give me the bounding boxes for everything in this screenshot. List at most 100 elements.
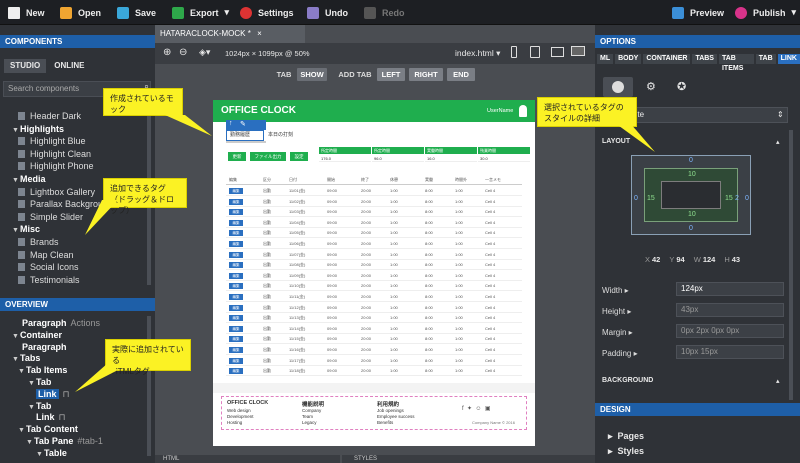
edit-button[interactable]: 編集: [229, 272, 243, 279]
arrow-up-icon[interactable]: ↑: [229, 120, 233, 127]
component-group[interactable]: ▼Misc: [12, 224, 40, 234]
edit-button[interactable]: 編集: [229, 325, 243, 332]
styles-panel-tab[interactable]: STYLES: [342, 455, 595, 463]
overview-node[interactable]: ▼Tab Pane #tab-1: [26, 436, 103, 446]
component-group[interactable]: ▼Media: [12, 174, 46, 184]
zoom-in-icon[interactable]: ⊕: [163, 47, 171, 58]
component-item[interactable]: Simple Slider: [18, 212, 83, 222]
twitter-icon[interactable]: ✦: [467, 406, 472, 412]
footer-link[interactable]: Hosting: [227, 420, 254, 426]
overview-node[interactable]: ▼Tabs: [12, 353, 40, 363]
margin-input[interactable]: 0px 2px 0px 0px: [676, 324, 784, 338]
mock-tab-1[interactable]: 勤務履歴: [226, 130, 264, 141]
overview-node[interactable]: ▼Tab Content: [18, 424, 78, 434]
overview-node[interactable]: ▼Tab: [28, 377, 51, 387]
padding-bottom-value[interactable]: 10: [688, 211, 696, 218]
edit-button[interactable]: 編集: [229, 347, 243, 353]
overview-node[interactable]: ▼Table: [36, 448, 67, 458]
tablet-view-icon[interactable]: [530, 46, 540, 58]
redo-button[interactable]: Redo: [364, 0, 405, 25]
edit-button[interactable]: 編集: [229, 336, 243, 343]
undo-button[interactable]: Undo: [307, 0, 348, 25]
component-item[interactable]: Social Icons: [18, 262, 79, 272]
edit-button[interactable]: 編集: [229, 241, 243, 247]
edit-button[interactable]: 編集: [229, 294, 243, 300]
margin-top-value[interactable]: 0: [689, 157, 693, 164]
snapchat-icon[interactable]: ☺: [475, 406, 481, 412]
overview-node[interactable]: Link ⊓: [36, 388, 70, 400]
new-button[interactable]: New: [8, 0, 45, 25]
padding-input[interactable]: 10px 15px: [676, 345, 784, 359]
overview-scrollbar[interactable]: [147, 316, 151, 456]
overview-node[interactable]: ▼Container: [12, 330, 62, 340]
component-item[interactable]: Highlight Phone: [18, 161, 94, 171]
component-item[interactable]: Lightbox Gallery: [18, 187, 95, 197]
edit-button[interactable]: 編集: [229, 230, 243, 237]
component-group[interactable]: ▼Highlights: [12, 124, 64, 134]
show-button[interactable]: SHOW: [297, 68, 327, 81]
pencil-icon[interactable]: ✎: [240, 120, 246, 128]
mock-tab-2[interactable]: 本日の打刻: [265, 130, 305, 141]
collapse-icon[interactable]: ▴: [776, 138, 780, 146]
edit-button[interactable]: 編集: [229, 315, 243, 322]
path-tab[interactable]: TAB ITEMS: [718, 54, 754, 72]
mock-button[interactable]: 更新: [228, 152, 246, 161]
path-tab[interactable]: CONTAINER: [643, 54, 691, 64]
component-item[interactable]: Parallax Background: [18, 199, 113, 209]
laptop-view-icon[interactable]: [551, 47, 564, 57]
edit-button[interactable]: 編集: [229, 304, 243, 311]
component-item[interactable]: Highlight Clean: [18, 149, 91, 159]
edit-button[interactable]: 編集: [229, 198, 243, 205]
design-item-styles[interactable]: ▸ Styles: [608, 446, 644, 457]
overview-node[interactable]: Paragraph: [22, 342, 67, 352]
collapse-icon[interactable]: ▴: [776, 377, 780, 385]
mock-button[interactable]: 設定: [290, 152, 308, 161]
component-item[interactable]: Map Clean: [18, 250, 74, 260]
footer-link[interactable]: Benefits: [377, 420, 415, 426]
edit-button[interactable]: 編集: [229, 262, 243, 269]
end-button[interactable]: END: [447, 68, 475, 81]
margin-right-value[interactable]: 0: [745, 195, 749, 202]
open-button[interactable]: Open: [60, 0, 101, 25]
edit-button[interactable]: 編集: [229, 188, 243, 194]
footer-link[interactable]: Legacy: [302, 420, 321, 426]
layers-icon[interactable]: ◈▾: [199, 47, 210, 58]
edit-button[interactable]: 編集: [229, 209, 243, 216]
edit-button[interactable]: 編集: [229, 251, 243, 258]
edit-button[interactable]: 編集: [229, 219, 243, 226]
overview-node[interactable]: Paragraph Actions: [22, 318, 100, 328]
star-icon[interactable]: ✪: [677, 80, 686, 93]
component-item[interactable]: Brands: [18, 237, 59, 247]
mock-button[interactable]: ファイル出力: [250, 152, 286, 161]
design-item-pages[interactable]: ▸ Pages: [608, 431, 644, 442]
edit-button[interactable]: 編集: [229, 368, 243, 375]
file-select[interactable]: index.html ▾: [455, 48, 500, 59]
desktop-view-icon[interactable]: [571, 46, 585, 56]
tab-online[interactable]: ONLINE: [48, 59, 90, 73]
tab-studio[interactable]: STUDIO: [4, 59, 47, 73]
width-input[interactable]: 124px: [676, 282, 784, 296]
phone-view-icon[interactable]: [511, 46, 517, 58]
gear-icon[interactable]: ⚙: [646, 80, 656, 93]
path-tab[interactable]: ML: [597, 54, 614, 64]
zoom-out-icon[interactable]: ⊖: [179, 47, 187, 58]
options-scrollbar[interactable]: [789, 130, 793, 400]
path-tab[interactable]: TABS: [692, 54, 717, 64]
component-item[interactable]: Header Dark: [18, 111, 81, 121]
margin-bottom-value[interactable]: 0: [689, 225, 693, 232]
path-tab[interactable]: TAB: [755, 54, 776, 64]
instagram-icon[interactable]: ▣: [485, 406, 491, 412]
padding-top-value[interactable]: 10: [688, 171, 696, 178]
component-item[interactable]: Highlight Blue: [18, 136, 86, 146]
edit-button[interactable]: 編集: [229, 283, 243, 290]
path-tab[interactable]: BODY: [615, 54, 642, 64]
publish-button[interactable]: Publish ▾: [735, 0, 796, 25]
padding-left-value[interactable]: 15: [647, 195, 655, 202]
right-button[interactable]: RIGHT: [409, 68, 443, 81]
left-button[interactable]: LEFT: [377, 68, 405, 81]
close-icon[interactable]: ×: [257, 29, 262, 38]
style-tab[interactable]: [603, 77, 633, 97]
preview-button[interactable]: Preview: [672, 0, 724, 25]
overview-node[interactable]: ▼Tab: [28, 401, 51, 411]
save-button[interactable]: Save: [117, 0, 156, 25]
